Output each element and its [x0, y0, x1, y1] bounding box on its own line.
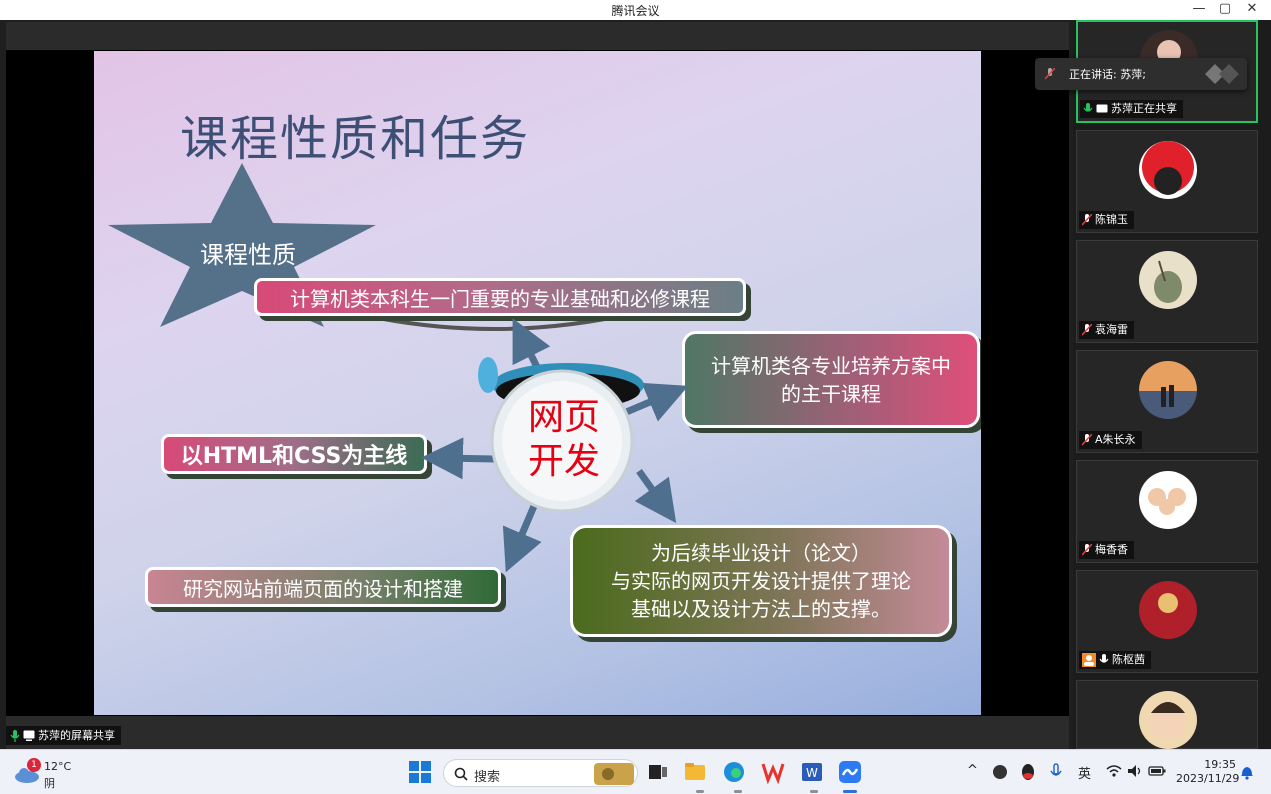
hub-text: 网页 开发	[499, 396, 629, 484]
mic-on-icon	[1083, 103, 1093, 112]
task-view-icon[interactable]	[646, 760, 670, 784]
avatar	[1139, 141, 1197, 199]
mic-off-icon	[1082, 214, 1092, 226]
close-button[interactable]: ✕	[1237, 0, 1267, 20]
battery-icon[interactable]	[1148, 764, 1166, 778]
participant-name-tag: A朱长永	[1079, 431, 1142, 449]
share-bottom-strip	[6, 716, 1069, 749]
participants-panel: 苏萍正在共享 陈锦玉 袁海雷 A朱长永 梅香香 陈枢茜	[1073, 20, 1271, 749]
windows-start-icon[interactable]	[408, 760, 432, 784]
participant-name: A朱长永	[1095, 433, 1136, 446]
ime-indicator[interactable]: 英	[1078, 763, 1091, 782]
restore-button[interactable]: ▢	[1210, 0, 1240, 20]
avatar-image	[1139, 691, 1197, 749]
hub-text-line2: 开发	[527, 441, 600, 482]
word-icon[interactable]: W	[800, 760, 824, 784]
qq-icon[interactable]	[1020, 763, 1036, 781]
host-icon	[1082, 653, 1096, 667]
mic-off-icon	[1082, 544, 1092, 556]
search-placeholder: 搜索	[474, 770, 501, 785]
arrow-down-left	[502, 504, 542, 573]
participant-name-tag: 陈枢茜	[1079, 651, 1151, 669]
avatar-image	[1139, 141, 1197, 199]
participant-name-tag: 梅香香	[1079, 541, 1134, 559]
window-title: 腾讯会议	[611, 4, 660, 18]
tencent-meeting-icon[interactable]	[838, 760, 862, 784]
weather-widget[interactable]: 1 12°C 阴	[14, 758, 84, 790]
participant-tile[interactable]: 陈锦玉	[1076, 130, 1258, 233]
screen-share-icon	[23, 730, 35, 741]
participant-tile[interactable]: 袁海雷	[1076, 240, 1258, 343]
wifi-icon[interactable]	[1106, 764, 1122, 778]
participant-tile[interactable]: 梅香香	[1076, 460, 1258, 563]
wps-icon[interactable]	[761, 760, 785, 784]
mic-on-icon	[10, 729, 20, 742]
participant-name-tag: 袁海雷	[1079, 321, 1134, 339]
avatar	[1139, 581, 1197, 639]
microphone-icon[interactable]	[1050, 763, 1062, 781]
speaker-label: 正在讲话:	[1069, 68, 1117, 81]
mic-off-icon	[1082, 324, 1092, 336]
presentation-slide: 课程性质和任务 课程性质 计算机类本科生一门重要的专业基础和必修课程 计算机类各…	[94, 51, 981, 715]
app-running-indicator	[696, 790, 704, 793]
screen-share-icon	[1096, 104, 1108, 112]
windows-taskbar: 1 12°C 阴 搜索 W ^ 英 19:35 2023/11/29	[0, 749, 1271, 794]
participant-name: 梅香香	[1095, 543, 1128, 556]
notification-bell-icon[interactable]	[1240, 764, 1254, 780]
taskbar-search[interactable]: 搜索	[443, 759, 638, 787]
active-speaker-popup: 正在讲话: 苏萍;	[1035, 58, 1247, 90]
speaker-name: 苏萍;	[1120, 68, 1146, 81]
app-running-indicator	[810, 790, 818, 793]
speaker-volume-icon[interactable]	[1127, 764, 1143, 778]
cloud-sync-icon[interactable]	[992, 764, 1008, 780]
hub-text-line1: 网页	[527, 397, 600, 438]
weather-temp: 12°C	[44, 760, 72, 773]
speaker-indicator-icon	[1205, 64, 1239, 84]
avatar	[1139, 471, 1197, 529]
avatar	[1139, 691, 1197, 749]
avatar-image	[1139, 361, 1197, 419]
chevron-up-icon[interactable]: ^	[967, 763, 978, 778]
share-top-strip	[6, 22, 1069, 50]
system-clock[interactable]: 19:35 2023/11/29	[1176, 758, 1240, 786]
notification-badge: 1	[27, 758, 41, 772]
avatar	[1139, 251, 1197, 309]
participant-name-tag: 苏萍正在共享	[1080, 100, 1183, 118]
mic-muted-icon	[1045, 68, 1055, 80]
share-label: 苏萍的屏幕共享	[6, 726, 121, 745]
app-running-indicator	[734, 790, 742, 793]
clock-date: 2023/11/29	[1176, 772, 1240, 785]
weather-condition: 阴	[44, 777, 55, 790]
participant-name: 陈枢茜	[1112, 653, 1145, 666]
participant-name: 苏萍正在共享	[1111, 102, 1177, 115]
app-active-indicator	[843, 790, 857, 793]
participant-name-tag: 陈锦玉	[1079, 211, 1134, 229]
avatar-image	[1139, 471, 1197, 529]
mic-on-icon	[1099, 654, 1109, 663]
participant-tile[interactable]: 陈枢茜	[1076, 570, 1258, 673]
title-bar: 腾讯会议 — ▢ ✕	[0, 0, 1271, 20]
participant-name: 袁海雷	[1095, 323, 1128, 336]
clock-time: 19:35	[1204, 758, 1236, 771]
participant-tile[interactable]: A朱长永	[1076, 350, 1258, 453]
search-icon	[454, 767, 468, 781]
participant-tile[interactable]	[1076, 680, 1258, 749]
avatar-image	[1139, 581, 1197, 639]
participant-name: 陈锦玉	[1095, 213, 1128, 226]
avatar	[1139, 361, 1197, 419]
mic-off-icon	[1082, 434, 1092, 446]
edge-browser-icon[interactable]	[722, 760, 746, 784]
search-highlight-icon	[594, 763, 634, 785]
share-label-text: 苏萍的屏幕共享	[38, 729, 115, 742]
file-explorer-icon[interactable]	[683, 760, 707, 784]
avatar-image	[1139, 251, 1197, 309]
svg-text:W: W	[806, 766, 818, 780]
